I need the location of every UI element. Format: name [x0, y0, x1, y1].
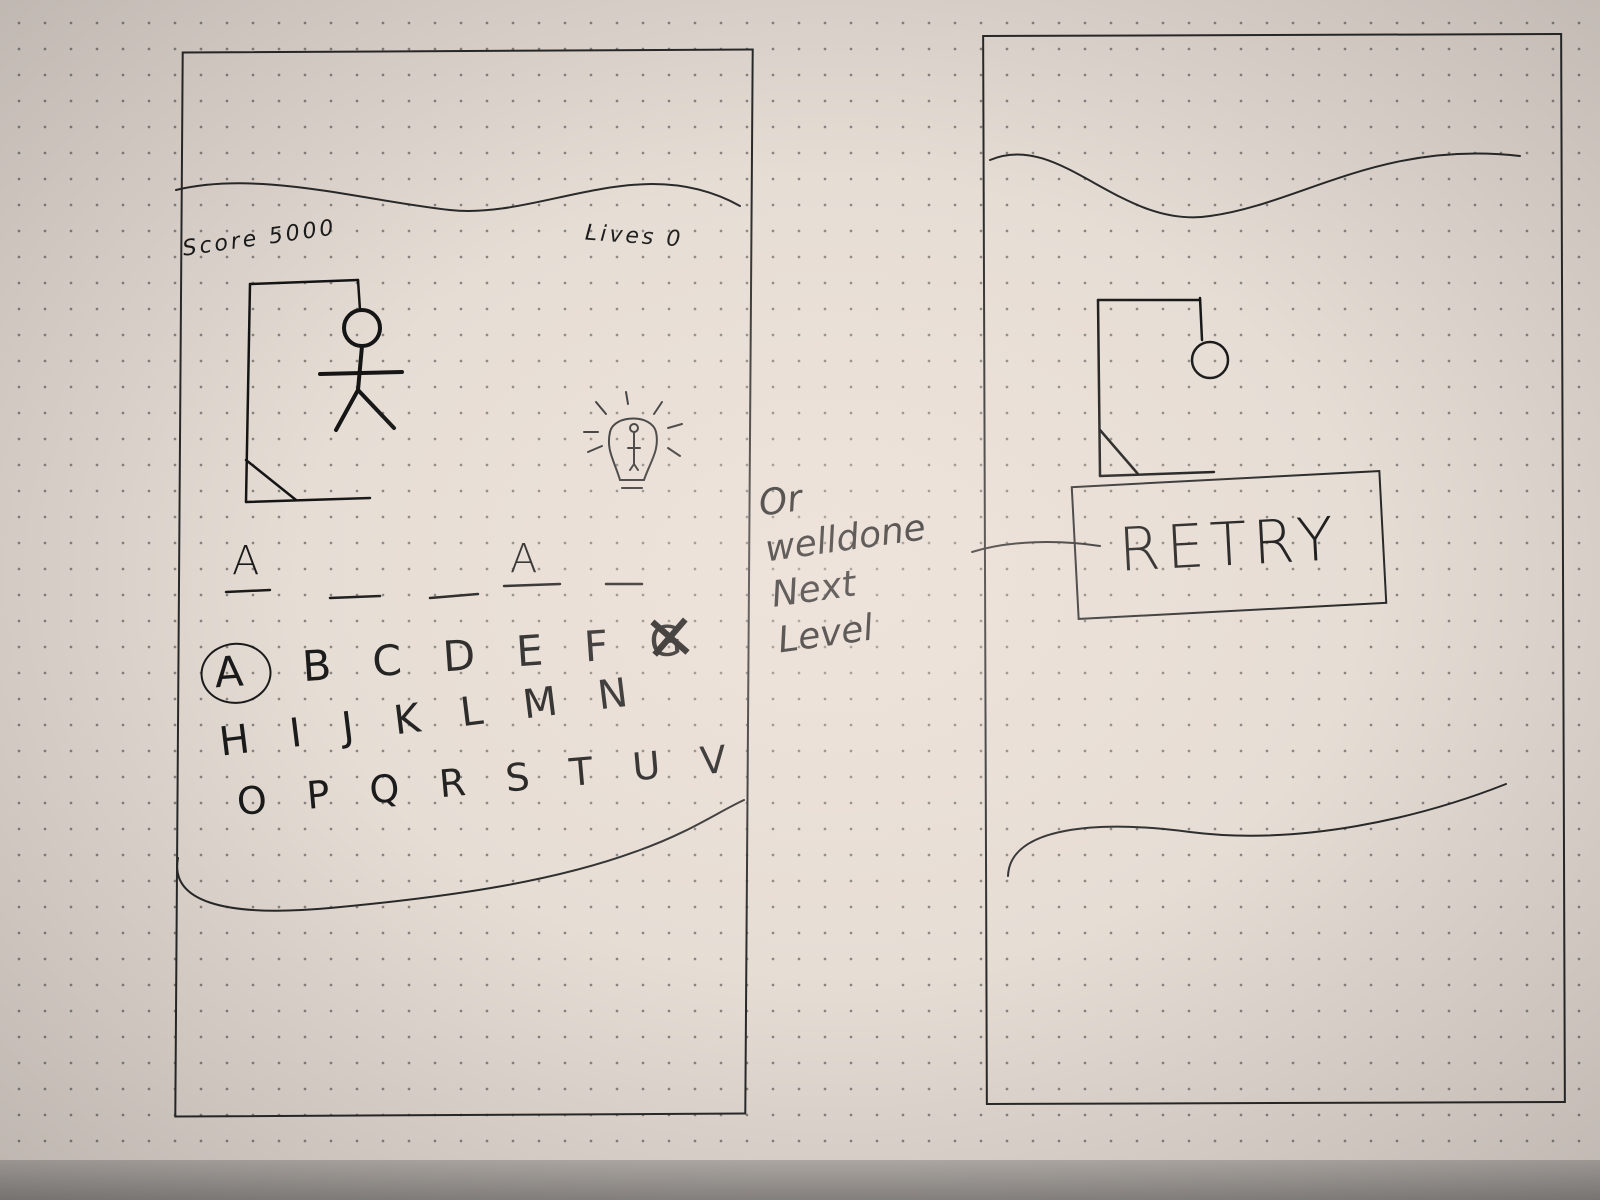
key-m[interactable]: M: [520, 677, 574, 729]
key-a-selected[interactable]: A: [198, 640, 274, 707]
key-r[interactable]: R: [437, 759, 481, 806]
key-b[interactable]: B: [301, 639, 347, 691]
key-u[interactable]: U: [631, 742, 677, 789]
word-letter-1: A: [232, 538, 260, 584]
annotation-note: Or welldone Next Level: [756, 460, 941, 665]
key-n[interactable]: N: [595, 668, 644, 719]
key-j[interactable]: J: [339, 702, 370, 751]
key-t[interactable]: T: [568, 748, 609, 795]
key-h[interactable]: H: [217, 715, 266, 766]
key-v[interactable]: V: [698, 736, 742, 783]
key-f[interactable]: F: [582, 620, 623, 672]
key-k[interactable]: K: [391, 694, 437, 745]
key-i[interactable]: I: [287, 708, 318, 757]
retry-button[interactable]: RETRY: [1070, 469, 1388, 621]
notebook-edge: [0, 1160, 1600, 1200]
key-c[interactable]: C: [371, 634, 418, 686]
key-p[interactable]: P: [305, 771, 346, 818]
key-l[interactable]: L: [458, 686, 500, 736]
phone-frame-game: [174, 48, 754, 1118]
key-s[interactable]: S: [504, 753, 546, 800]
key-o[interactable]: O: [235, 776, 283, 824]
key-q[interactable]: Q: [368, 765, 416, 813]
key-g-crossed[interactable]: G: [648, 615, 698, 667]
key-e[interactable]: E: [515, 624, 559, 676]
word-letter-4: A: [510, 536, 538, 582]
key-d[interactable]: D: [441, 629, 491, 681]
